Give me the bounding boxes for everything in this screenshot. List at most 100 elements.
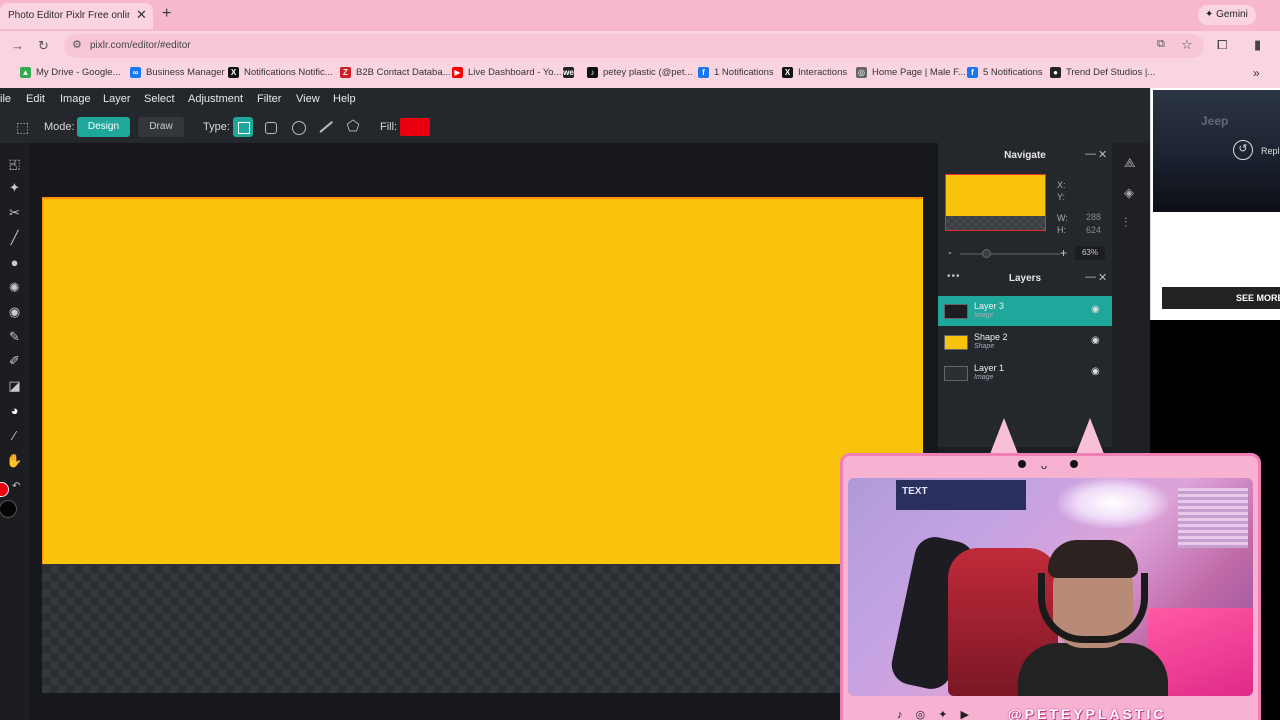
menu-select[interactable]: Select xyxy=(144,93,175,105)
pen-tool-icon[interactable]: ✎ xyxy=(6,328,23,345)
image-canvas[interactable] xyxy=(42,197,923,693)
layer-type: Image xyxy=(974,374,994,381)
menu-adjustment[interactable]: Adjustment xyxy=(188,93,243,105)
layer-row[interactable]: Shape 2 Shape ◉ xyxy=(938,327,1112,357)
facebook-icon: f xyxy=(698,67,709,78)
eraser-tool-icon[interactable]: ✐ xyxy=(6,352,23,369)
see-more-button[interactable]: SEE MORE xyxy=(1162,287,1280,309)
x-label: X: xyxy=(1057,180,1066,190)
navigate-panel: Navigate — ✕ X: Y: W: H: 288 624 - + 63% xyxy=(938,143,1112,267)
bookmark-item[interactable]: Z B2B Contact Databa... xyxy=(340,67,451,78)
advertisement[interactable]: Jeep ↺ Repl SEE MORE xyxy=(1150,88,1280,320)
rectangle-type-button[interactable] xyxy=(233,117,253,137)
gemini-button[interactable]: ✦ Gemini xyxy=(1198,5,1256,25)
bookmark-label: petey plastic (@pet... xyxy=(603,67,693,78)
studio-icon: ● xyxy=(1050,67,1061,78)
forward-icon[interactable]: → xyxy=(11,38,24,53)
menu-edit[interactable]: Edit xyxy=(26,93,45,105)
visibility-eye-icon[interactable]: ◉ xyxy=(1091,366,1100,377)
bookmark-item[interactable]: ∞ Business Manager xyxy=(130,67,225,78)
brush-tool-icon[interactable]: ╱ xyxy=(6,229,23,246)
install-app-icon[interactable]: ⧉ xyxy=(1157,38,1165,51)
navigate-close-icon[interactable]: ✕ xyxy=(1098,148,1107,161)
bookmark-item[interactable]: f 5 Notifications xyxy=(967,67,1043,78)
navigator-thumbnail[interactable] xyxy=(945,174,1046,231)
visibility-eye-icon[interactable]: ◉ xyxy=(1091,304,1100,315)
cut-tool-icon[interactable]: ✂ xyxy=(6,204,23,221)
bookmark-item[interactable]: ▲ My Drive - Google... xyxy=(20,67,120,78)
swap-colors-icon[interactable]: ↶ xyxy=(12,481,20,492)
zoom-out-button[interactable]: - xyxy=(948,247,952,259)
zoom-slider-handle[interactable] xyxy=(982,249,991,258)
navigate-minimize-icon[interactable]: — xyxy=(1085,148,1096,160)
fill-color-swatch[interactable] xyxy=(400,118,430,136)
menu-layer[interactable]: Layer xyxy=(103,93,131,105)
site-settings-icon[interactable]: ⚙ xyxy=(72,38,82,51)
mode-design-button[interactable]: Design xyxy=(77,117,130,137)
replay-icon[interactable]: ↺ xyxy=(1233,140,1253,160)
bookmark-item[interactable]: ▶ Live Dashboard - Yo... xyxy=(452,67,561,78)
tab-title: Photo Editor Pixlr Free online In xyxy=(8,10,130,21)
layers-close-icon[interactable]: ✕ xyxy=(1098,271,1107,284)
magic-wand-icon[interactable]: ✦ xyxy=(6,179,23,196)
drop-tool-icon[interactable]: ● xyxy=(6,254,23,271)
yellow-rectangle-shape[interactable] xyxy=(42,197,923,564)
layer-thumbnail xyxy=(944,335,968,350)
menu-file[interactable]: ile xyxy=(0,93,11,105)
eyedropper-icon[interactable]: ⁄ xyxy=(6,427,23,444)
background-color-swatch[interactable] xyxy=(0,500,17,518)
heal-tool-icon[interactable]: ✺ xyxy=(6,279,23,296)
overlay-right-eye xyxy=(1070,460,1078,468)
address-bar[interactable]: ⚙ pixlr.com/editor/#editor ⧉ ☆ xyxy=(64,34,1204,58)
mode-draw-button[interactable]: Draw xyxy=(138,117,184,137)
x-icon: X xyxy=(228,67,239,78)
bookmark-item[interactable]: ♪ petey plastic (@pet... xyxy=(587,67,692,78)
new-tab-icon[interactable]: + xyxy=(162,5,171,23)
zoom-slider[interactable] xyxy=(960,253,1060,255)
bookmark-item[interactable]: ● Trend Def Studios |... xyxy=(1050,67,1155,78)
tab-close-icon[interactable]: ✕ xyxy=(136,7,147,23)
line-type-button[interactable] xyxy=(316,117,336,137)
reload-icon[interactable]: ↻ xyxy=(38,38,49,54)
wall-sign: TEXT xyxy=(896,480,1026,510)
menu-help[interactable]: Help xyxy=(333,93,356,105)
rounded-rectangle-type-button[interactable] xyxy=(260,117,280,137)
layers-toggle-icon[interactable]: ◈ xyxy=(1124,185,1134,201)
bookmark-item[interactable]: X Notifications Notific... xyxy=(228,67,333,78)
url-text[interactable]: pixlr.com/editor/#editor xyxy=(90,40,191,51)
ad-video[interactable]: Jeep ↺ Repl xyxy=(1153,90,1280,212)
layer-row[interactable]: Layer 3 Image ◉ xyxy=(938,296,1112,326)
browser-tab[interactable]: Photo Editor Pixlr Free online In ✕ xyxy=(0,3,153,29)
ellipse-type-button[interactable] xyxy=(288,117,308,137)
menu-view[interactable]: View xyxy=(296,93,320,105)
shape-tool-active-icon[interactable]: ◕ xyxy=(6,402,23,419)
wall-light xyxy=(1058,478,1168,528)
visibility-eye-icon[interactable]: ◉ xyxy=(1091,335,1100,346)
layer-row[interactable]: Layer 1 Image ◉ xyxy=(938,358,1112,388)
bookmark-item[interactable]: ◎ Home Page | Male F... xyxy=(856,67,966,78)
menu-image[interactable]: Image xyxy=(60,93,91,105)
gradient-tool-icon[interactable]: ◪ xyxy=(6,377,23,394)
bookmark-star-icon[interactable]: ☆ xyxy=(1181,37,1193,53)
clone-tool-icon[interactable]: ◉ xyxy=(6,303,23,320)
bookmark-item[interactable]: X Interactions xyxy=(782,67,847,78)
zoom-value[interactable]: 63% xyxy=(1075,246,1105,260)
navigator-toggle-icon[interactable]: ⟁ xyxy=(1124,155,1136,171)
foreground-color-swatch[interactable] xyxy=(0,482,9,497)
bookmark-item[interactable]: we xyxy=(563,67,579,78)
profile-icon[interactable]: ▮ xyxy=(1254,37,1261,53)
polygon-type-button[interactable]: ⬠ xyxy=(343,117,363,137)
hand-tool-icon[interactable]: ✋ xyxy=(6,452,23,469)
bookmark-item[interactable]: f 1 Notifications xyxy=(698,67,774,78)
menu-filter[interactable]: Filter xyxy=(257,93,281,105)
more-bookmarks-icon[interactable]: » xyxy=(1253,66,1260,80)
layer-thumbnail xyxy=(944,366,968,381)
layers-minimize-icon[interactable]: — xyxy=(1085,271,1096,283)
tool-options-bar: ⬚ Mode: Design Draw Type: ⬠ Fill: xyxy=(0,111,1150,143)
replay-label[interactable]: Repl xyxy=(1261,146,1280,156)
webcam-video: TEXT xyxy=(848,478,1253,696)
extensions-icon[interactable]: ⧠ xyxy=(1217,37,1227,53)
adjust-toggle-icon[interactable]: ⫶ xyxy=(1124,215,1127,231)
zoom-in-button[interactable]: + xyxy=(1060,246,1067,260)
social-icons: ♪ ◎ ✦ ▶ xyxy=(897,709,974,720)
